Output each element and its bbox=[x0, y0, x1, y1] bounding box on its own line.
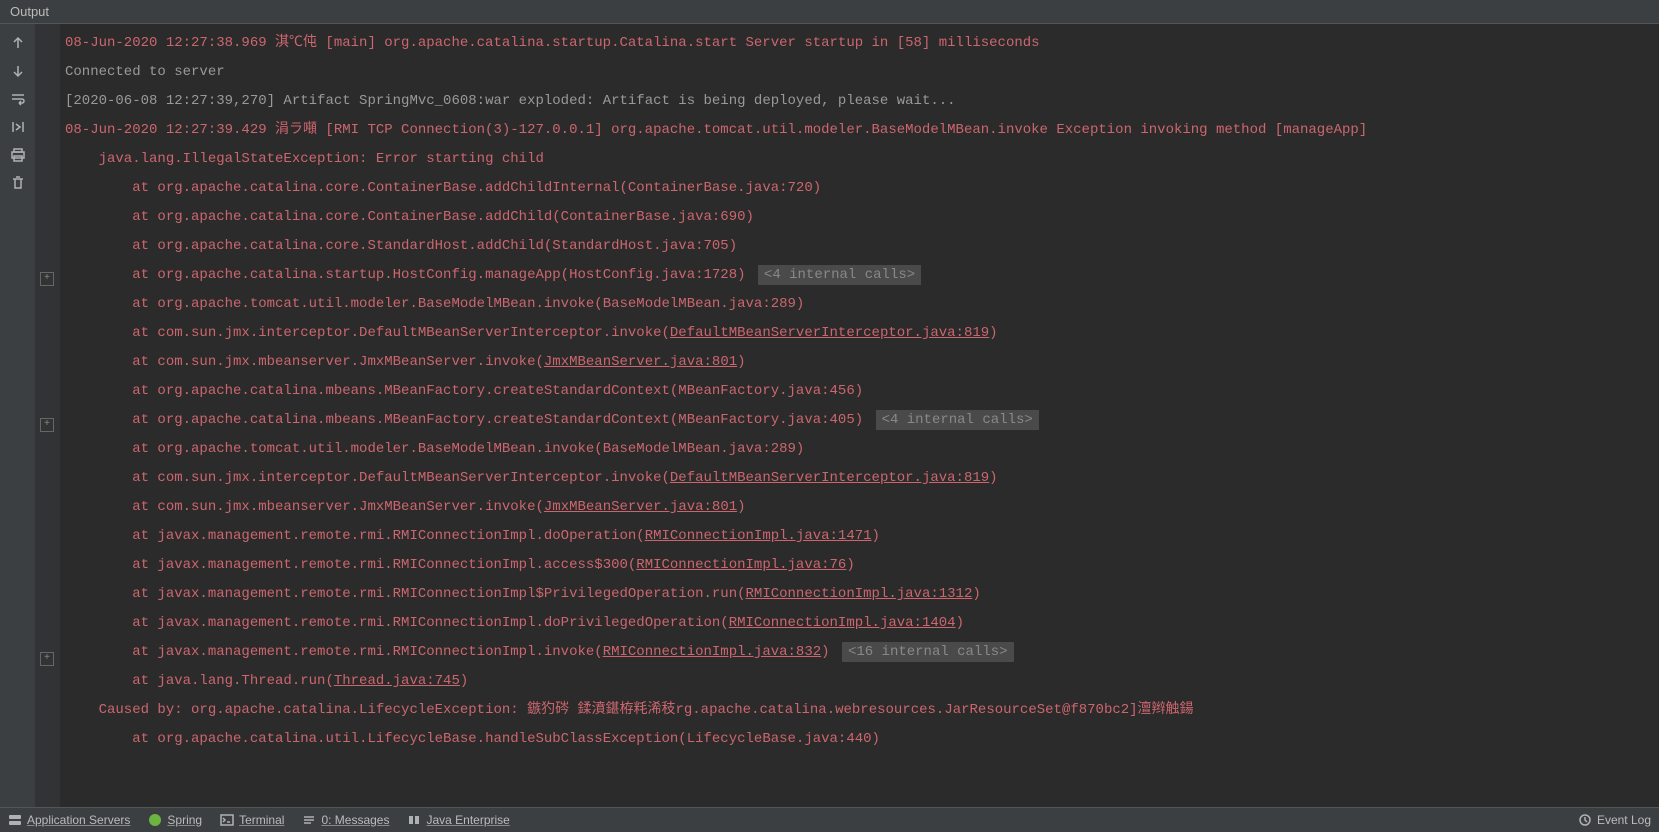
console-line: 08-Jun-2020 12:27:39.429 涓ラ噸 [RMI TCP Co… bbox=[65, 116, 1659, 145]
java-ee-icon bbox=[407, 813, 421, 827]
source-link[interactable]: RMIConnectionImpl.java:76 bbox=[636, 557, 846, 573]
console-line: at org.apache.tomcat.util.modeler.BaseMo… bbox=[65, 435, 1659, 464]
console-line: at javax.management.remote.rmi.RMIConnec… bbox=[65, 522, 1659, 551]
status-spring[interactable]: Spring bbox=[148, 813, 202, 827]
console-line: at com.sun.jmx.interceptor.DefaultMBeanS… bbox=[65, 319, 1659, 348]
console-line: 08-Jun-2020 12:27:38.969 淇℃伅 [main] org.… bbox=[65, 29, 1659, 58]
print-icon[interactable] bbox=[9, 146, 27, 164]
tool-sidebar bbox=[0, 24, 35, 807]
source-link[interactable]: JmxMBeanServer.java:801 bbox=[544, 354, 737, 370]
console-line: at org.apache.tomcat.util.modeler.BaseMo… bbox=[65, 290, 1659, 319]
output-title: Output bbox=[10, 4, 49, 19]
console-line: at org.apache.catalina.util.LifecycleBas… bbox=[65, 725, 1659, 754]
console-line: at org.apache.catalina.startup.HostConfi… bbox=[65, 261, 1659, 290]
arrow-up-icon[interactable] bbox=[9, 34, 27, 52]
source-link[interactable]: DefaultMBeanServerInterceptor.java:819 bbox=[670, 470, 989, 486]
source-link[interactable]: RMIConnectionImpl.java:1404 bbox=[729, 615, 956, 631]
event-log-icon bbox=[1578, 813, 1592, 827]
console-line: Caused by: org.apache.catalina.Lifecycle… bbox=[65, 696, 1659, 725]
fold-expand-icon[interactable]: + bbox=[40, 418, 54, 432]
server-icon bbox=[8, 813, 22, 827]
output-header: Output bbox=[0, 0, 1659, 24]
console-line: at javax.management.remote.rmi.RMIConnec… bbox=[65, 551, 1659, 580]
console-line: at com.sun.jmx.mbeanserver.JmxMBeanServe… bbox=[65, 348, 1659, 377]
internal-calls-badge[interactable]: <16 internal calls> bbox=[842, 642, 1014, 662]
status-terminal[interactable]: Terminal bbox=[220, 813, 284, 827]
internal-calls-badge[interactable]: <4 internal calls> bbox=[758, 265, 921, 285]
console-line: at java.lang.Thread.run(Thread.java:745) bbox=[65, 667, 1659, 696]
fold-expand-icon[interactable]: + bbox=[40, 652, 54, 666]
arrow-down-icon[interactable] bbox=[9, 62, 27, 80]
soft-wrap-icon[interactable] bbox=[9, 90, 27, 108]
internal-calls-badge[interactable]: <4 internal calls> bbox=[876, 410, 1039, 430]
source-link[interactable]: JmxMBeanServer.java:801 bbox=[544, 499, 737, 515]
scroll-to-end-icon[interactable] bbox=[9, 118, 27, 136]
status-app-servers[interactable]: Application Servers bbox=[8, 813, 130, 827]
trash-icon[interactable] bbox=[9, 174, 27, 192]
console-line: at javax.management.remote.rmi.RMIConnec… bbox=[65, 609, 1659, 638]
terminal-icon bbox=[220, 813, 234, 827]
console-line: at org.apache.catalina.mbeans.MBeanFacto… bbox=[65, 377, 1659, 406]
console-line: at com.sun.jmx.mbeanserver.JmxMBeanServe… bbox=[65, 493, 1659, 522]
status-messages[interactable]: 0: Messages bbox=[302, 813, 389, 827]
console-line: at org.apache.catalina.core.ContainerBas… bbox=[65, 203, 1659, 232]
source-link[interactable]: RMIConnectionImpl.java:832 bbox=[603, 644, 821, 660]
fold-expand-icon[interactable]: + bbox=[40, 272, 54, 286]
console-output[interactable]: 08-Jun-2020 12:27:38.969 淇℃伅 [main] org.… bbox=[60, 24, 1659, 807]
console-line: at com.sun.jmx.interceptor.DefaultMBeanS… bbox=[65, 464, 1659, 493]
source-link[interactable]: DefaultMBeanServerInterceptor.java:819 bbox=[670, 325, 989, 341]
fold-gutter: + + + bbox=[35, 24, 60, 807]
console-line: at javax.management.remote.rmi.RMIConnec… bbox=[65, 580, 1659, 609]
main-area: + + + 08-Jun-2020 12:27:38.969 淇℃伅 [main] … bbox=[0, 24, 1659, 807]
status-bar: Application Servers Spring Terminal 0: M… bbox=[0, 807, 1659, 832]
status-java-ee[interactable]: Java Enterprise bbox=[407, 813, 509, 827]
source-link[interactable]: RMIConnectionImpl.java:1471 bbox=[645, 528, 872, 544]
console-line: [2020-06-08 12:27:39,270] Artifact Sprin… bbox=[65, 87, 1659, 116]
console-line: at javax.management.remote.rmi.RMIConnec… bbox=[65, 638, 1659, 667]
console-line: at org.apache.catalina.core.StandardHost… bbox=[65, 232, 1659, 261]
source-link[interactable]: Thread.java:745 bbox=[334, 673, 460, 689]
source-link[interactable]: RMIConnectionImpl.java:1312 bbox=[746, 586, 973, 602]
spring-icon bbox=[148, 813, 162, 827]
console-line: Connected to server bbox=[65, 58, 1659, 87]
console-line: java.lang.IllegalStateException: Error s… bbox=[65, 145, 1659, 174]
status-event-log[interactable]: Event Log bbox=[1578, 813, 1651, 827]
console-line: at org.apache.catalina.mbeans.MBeanFacto… bbox=[65, 406, 1659, 435]
console-line: at org.apache.catalina.core.ContainerBas… bbox=[65, 174, 1659, 203]
messages-icon bbox=[302, 813, 316, 827]
